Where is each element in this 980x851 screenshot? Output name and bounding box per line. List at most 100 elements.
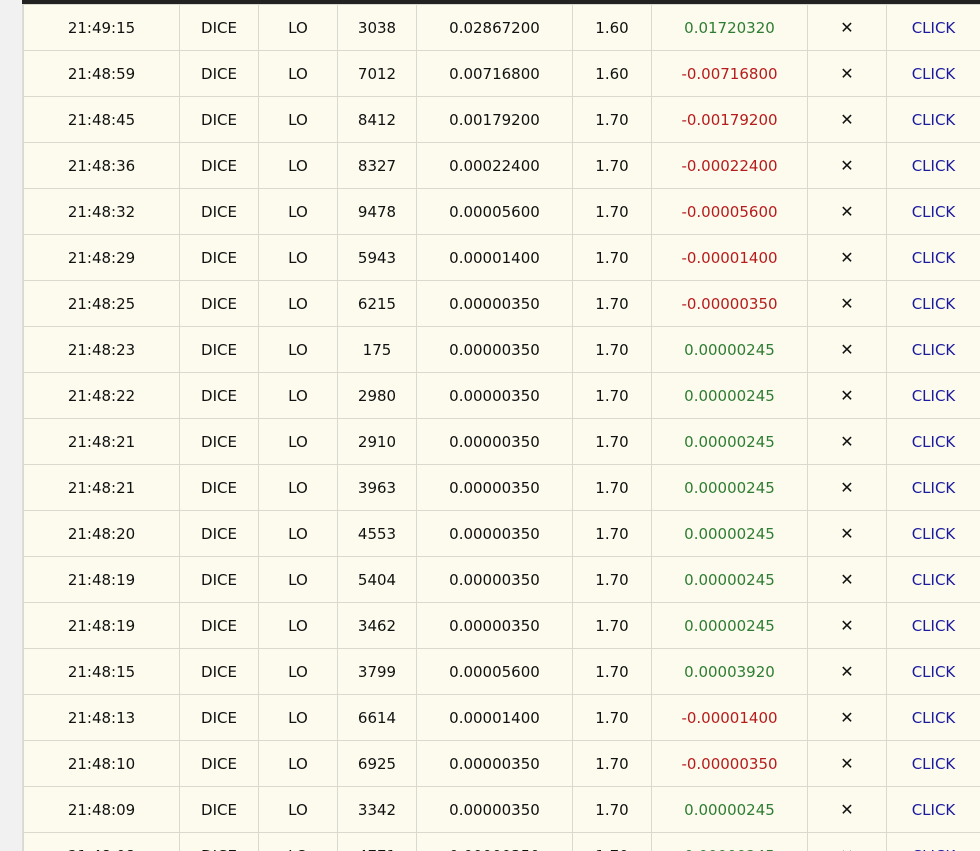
bet-side: LO bbox=[258, 188, 338, 235]
table-row: 21:48:15 DICE LO 3799 0.00005600 1.70 0.000039… bbox=[23, 648, 980, 695]
bet-amount: 0.02867200 bbox=[416, 4, 573, 51]
bet-multiplier: 1.70 bbox=[572, 786, 652, 833]
bet-multiplier: 1.70 bbox=[572, 832, 652, 851]
table-row: 21:48:19 DICE LO 3462 0.00000350 1.70 0.000002… bbox=[23, 602, 980, 649]
bet-time: 21:48:15 bbox=[23, 648, 180, 695]
bet-side: LO bbox=[258, 280, 338, 327]
bet-details-link[interactable]: CLICK bbox=[912, 479, 956, 497]
bet-amount: 0.00000350 bbox=[416, 556, 573, 603]
bet-game: DICE bbox=[179, 648, 259, 695]
close-icon: ✕ bbox=[840, 64, 854, 83]
bet-time: 21:48:45 bbox=[23, 96, 180, 143]
bet-roll: 8412 bbox=[337, 96, 417, 143]
bet-amount: 0.00001400 bbox=[416, 234, 573, 281]
table-row: 21:48:22 DICE LO 2980 0.00000350 1.70 0.000002… bbox=[23, 372, 980, 419]
bet-details-link[interactable]: CLICK bbox=[912, 65, 956, 83]
bet-history-rows: 21:49:15 DICE LO 3038 0.02867200 1.60 0.017203… bbox=[23, 4, 980, 851]
table-row: 21:48:21 DICE LO 2910 0.00000350 1.70 0.000002… bbox=[23, 418, 980, 465]
bet-details-link[interactable]: CLICK bbox=[912, 755, 956, 773]
bet-time: 21:48:08 bbox=[23, 832, 180, 851]
bet-roll: 6925 bbox=[337, 740, 417, 787]
bet-profit: 0.00000245 bbox=[651, 786, 808, 833]
table-row: 21:48:25 DICE LO 6215 0.00000350 1.70 -0.00000… bbox=[23, 280, 980, 327]
close-icon: ✕ bbox=[840, 662, 854, 681]
bet-side: LO bbox=[258, 786, 338, 833]
close-icon: ✕ bbox=[840, 294, 854, 313]
table-row: 21:48:32 DICE LO 9478 0.00005600 1.70 -0.00005… bbox=[23, 188, 980, 235]
bet-details-link[interactable]: CLICK bbox=[912, 709, 956, 727]
bet-details-link[interactable]: CLICK bbox=[912, 571, 956, 589]
table-row: 21:48:23 DICE LO 175 0.00000350 1.70 0.0000024… bbox=[23, 326, 980, 373]
bet-amount: 0.00000350 bbox=[416, 280, 573, 327]
bet-multiplier: 1.70 bbox=[572, 96, 652, 143]
bet-multiplier: 1.60 bbox=[572, 50, 652, 97]
bet-profit: 0.00000245 bbox=[651, 832, 808, 851]
bet-profit: 0.00000245 bbox=[651, 602, 808, 649]
bet-details-link[interactable]: CLICK bbox=[912, 525, 956, 543]
bet-profit: -0.00001400 bbox=[651, 694, 808, 741]
bet-details-cell: CLICK bbox=[886, 786, 980, 833]
bet-time: 21:48:22 bbox=[23, 372, 180, 419]
bet-details-link[interactable]: CLICK bbox=[912, 847, 956, 851]
bet-details-link[interactable]: CLICK bbox=[912, 341, 956, 359]
bet-details-link[interactable]: CLICK bbox=[912, 295, 956, 313]
bet-multiplier: 1.70 bbox=[572, 280, 652, 327]
bet-profit: -0.00005600 bbox=[651, 188, 808, 235]
bet-result-cell: ✕ bbox=[807, 188, 887, 235]
bet-multiplier: 1.70 bbox=[572, 326, 652, 373]
bet-details-link[interactable]: CLICK bbox=[912, 433, 956, 451]
bet-time: 21:48:36 bbox=[23, 142, 180, 189]
bet-details-link[interactable]: CLICK bbox=[912, 203, 956, 221]
bet-time: 21:48:13 bbox=[23, 694, 180, 741]
bet-time: 21:48:21 bbox=[23, 464, 180, 511]
bet-result-cell: ✕ bbox=[807, 786, 887, 833]
bet-profit: -0.00001400 bbox=[651, 234, 808, 281]
bet-profit: 0.00000245 bbox=[651, 372, 808, 419]
bet-amount: 0.00000350 bbox=[416, 418, 573, 465]
bet-details-link[interactable]: CLICK bbox=[912, 663, 956, 681]
bet-game: DICE bbox=[179, 510, 259, 557]
bet-details-link[interactable]: CLICK bbox=[912, 111, 956, 129]
bet-profit: -0.00179200 bbox=[651, 96, 808, 143]
bet-time: 21:48:32 bbox=[23, 188, 180, 235]
bet-profit: 0.00000245 bbox=[651, 326, 808, 373]
bet-profit: -0.00022400 bbox=[651, 142, 808, 189]
bet-amount: 0.00000350 bbox=[416, 510, 573, 557]
bet-profit: 0.00000245 bbox=[651, 510, 808, 557]
bet-details-link[interactable]: CLICK bbox=[912, 617, 956, 635]
close-icon: ✕ bbox=[840, 110, 854, 129]
table-row: 21:48:08DICELO47710.000003501.700.000002… bbox=[23, 832, 980, 851]
bet-amount: 0.00000350 bbox=[416, 832, 573, 851]
bet-game: DICE bbox=[179, 326, 259, 373]
bet-multiplier: 1.70 bbox=[572, 556, 652, 603]
bet-details-cell: CLICK bbox=[886, 280, 980, 327]
bet-profit: -0.00716800 bbox=[651, 50, 808, 97]
bet-details-link[interactable]: CLICK bbox=[912, 157, 956, 175]
bet-time: 21:48:21 bbox=[23, 418, 180, 465]
bet-multiplier: 1.70 bbox=[572, 188, 652, 235]
bet-details-cell: CLICK bbox=[886, 234, 980, 281]
bet-details-cell: CLICK bbox=[886, 602, 980, 649]
bet-details-link[interactable]: CLICK bbox=[912, 19, 956, 37]
bet-result-cell: ✕ bbox=[807, 234, 887, 281]
bet-time: 21:48:20 bbox=[23, 510, 180, 557]
bet-side: LO bbox=[258, 372, 338, 419]
close-icon: ✕ bbox=[840, 478, 854, 497]
bet-details-link[interactable]: CLICK bbox=[912, 249, 956, 267]
bet-side: LO bbox=[258, 418, 338, 465]
left-gutter bbox=[0, 0, 23, 851]
table-row: 21:48:13 DICE LO 6614 0.00001400 1.70 -0.00001… bbox=[23, 694, 980, 741]
bet-game: DICE bbox=[179, 96, 259, 143]
bet-time: 21:49:15 bbox=[23, 4, 180, 51]
close-icon: ✕ bbox=[840, 386, 854, 405]
bet-details-link[interactable]: CLICK bbox=[912, 387, 956, 405]
bet-roll: 9478 bbox=[337, 188, 417, 235]
bet-roll: 3038 bbox=[337, 4, 417, 51]
bet-roll: 7012 bbox=[337, 50, 417, 97]
bet-time: 21:48:19 bbox=[23, 556, 180, 603]
bet-roll: 2980 bbox=[337, 372, 417, 419]
bet-game: DICE bbox=[179, 234, 259, 281]
bet-details-link[interactable]: CLICK bbox=[912, 801, 956, 819]
bet-game: DICE bbox=[179, 786, 259, 833]
bet-result-cell: ✕ bbox=[807, 648, 887, 695]
